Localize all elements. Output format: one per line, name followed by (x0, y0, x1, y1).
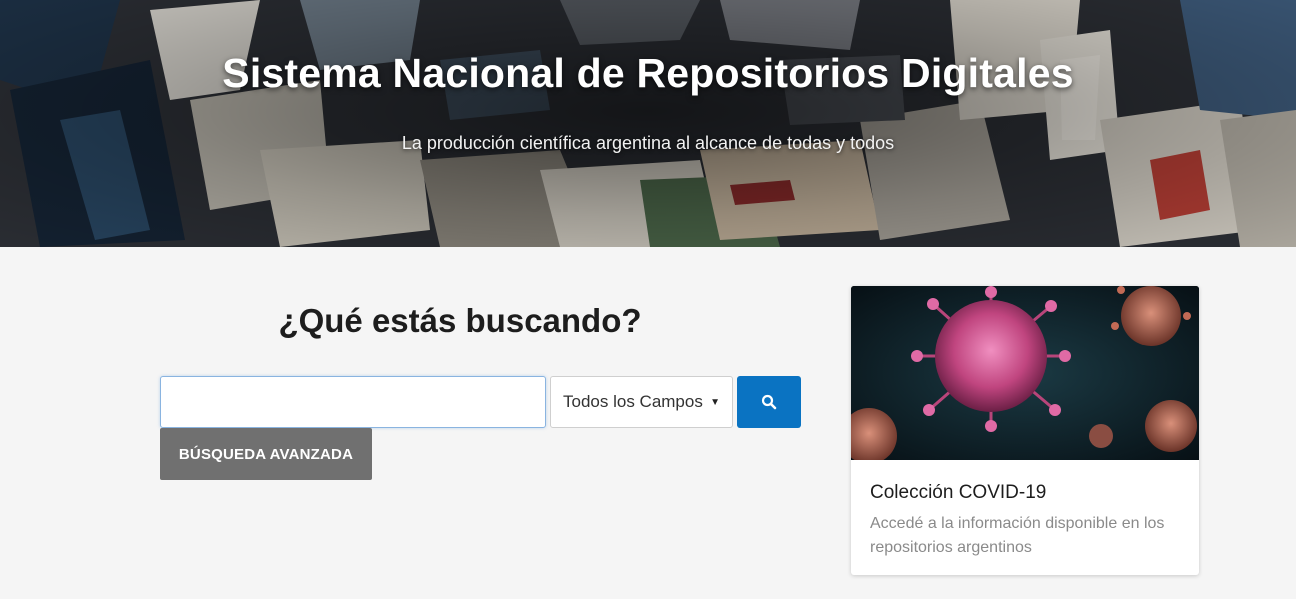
card-description: Accedé a la información disponible en lo… (870, 515, 1165, 556)
search-field-select[interactable]: Todos los Campos ▼ (550, 376, 733, 428)
hero-overlay (0, 0, 1296, 247)
site-title: Sistema Nacional de Repositorios Digital… (222, 50, 1074, 96)
chevron-down-icon: ▼ (710, 396, 720, 408)
search-button[interactable] (737, 376, 801, 428)
covid-collection-card[interactable]: Colección COVID-19 Accedé a la informaci… (851, 286, 1199, 575)
hero-banner: Sistema Nacional de Repositorios Digital… (0, 0, 1296, 247)
advanced-search-button[interactable]: BÚSQUEDA AVANZADA (160, 428, 372, 480)
search-input[interactable] (160, 376, 546, 428)
site-subtitle: La producción científica argentina al al… (401, 133, 895, 153)
search-field-select-value: Todos los Campos (563, 392, 703, 411)
search-heading: ¿Qué estás buscando? (278, 302, 642, 339)
covid-virus-image (851, 286, 1199, 460)
card-title: Colección COVID-19 (870, 482, 1047, 503)
search-icon (761, 394, 777, 410)
